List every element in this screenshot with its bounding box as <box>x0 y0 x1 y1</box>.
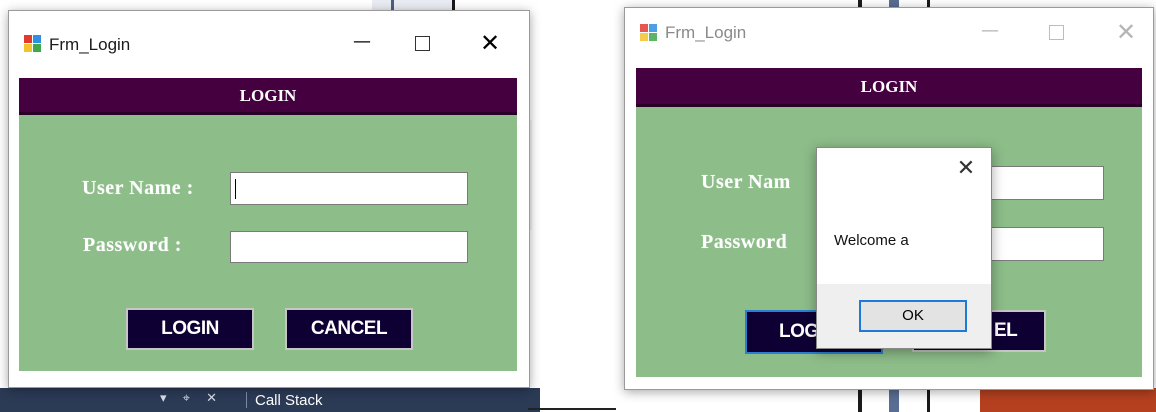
login-button[interactable]: LOGIN <box>126 308 254 350</box>
app-form-icon <box>640 24 657 41</box>
form-header: LOGIN <box>636 68 1142 107</box>
maximize-icon[interactable] <box>1049 25 1064 40</box>
username-input[interactable] <box>230 172 468 205</box>
close-icon[interactable]: ✕ <box>475 29 505 57</box>
text-caret <box>235 179 236 199</box>
login-window-left: Frm_Login — ✕ LOGIN User Name : Password… <box>8 10 530 388</box>
password-input[interactable] <box>230 231 468 263</box>
minimize-icon[interactable]: — <box>347 31 377 52</box>
form-panel: User Name : Password : LOGIN CANCEL <box>19 115 517 371</box>
title-bar[interactable]: Frm_Login — ✕ <box>9 11 529 71</box>
panel-tool-icons[interactable]: ▾ ⌖ ✕ <box>160 391 223 406</box>
call-stack-tab[interactable]: Call Stack <box>246 392 323 409</box>
window-title: Frm_Login <box>49 35 131 54</box>
username-input[interactable] <box>986 166 1104 200</box>
app-form-icon <box>24 35 41 52</box>
close-icon[interactable]: ✕ <box>1111 18 1141 46</box>
background-panel-strip: ▾ ⌖ ✕ Call Stack <box>0 388 540 412</box>
close-icon[interactable]: ✕ <box>951 156 981 181</box>
ok-button[interactable]: OK <box>859 300 967 332</box>
message-text: Welcome a <box>834 232 909 249</box>
password-label: Password : <box>83 234 182 256</box>
window-title: Frm_Login <box>665 23 747 42</box>
password-label: Password <box>701 231 788 253</box>
username-label: User Nam <box>701 171 791 193</box>
maximize-icon[interactable] <box>415 36 430 51</box>
title-bar[interactable]: Frm_Login — ✕ <box>625 8 1153 68</box>
password-input[interactable] <box>986 227 1104 261</box>
message-box-footer: OK <box>817 284 991 348</box>
background-ide-fragment <box>528 408 616 410</box>
minimize-icon[interactable]: — <box>975 20 1005 41</box>
message-box: ✕ Welcome a OK <box>816 147 992 349</box>
cancel-button-label: EL <box>994 320 1018 341</box>
login-button-label: LOG <box>779 321 819 342</box>
username-label: User Name : <box>82 177 194 199</box>
cancel-button[interactable]: CANCEL <box>285 308 413 350</box>
background-ide-fragment <box>980 388 1156 412</box>
form-header: LOGIN <box>19 78 517 115</box>
